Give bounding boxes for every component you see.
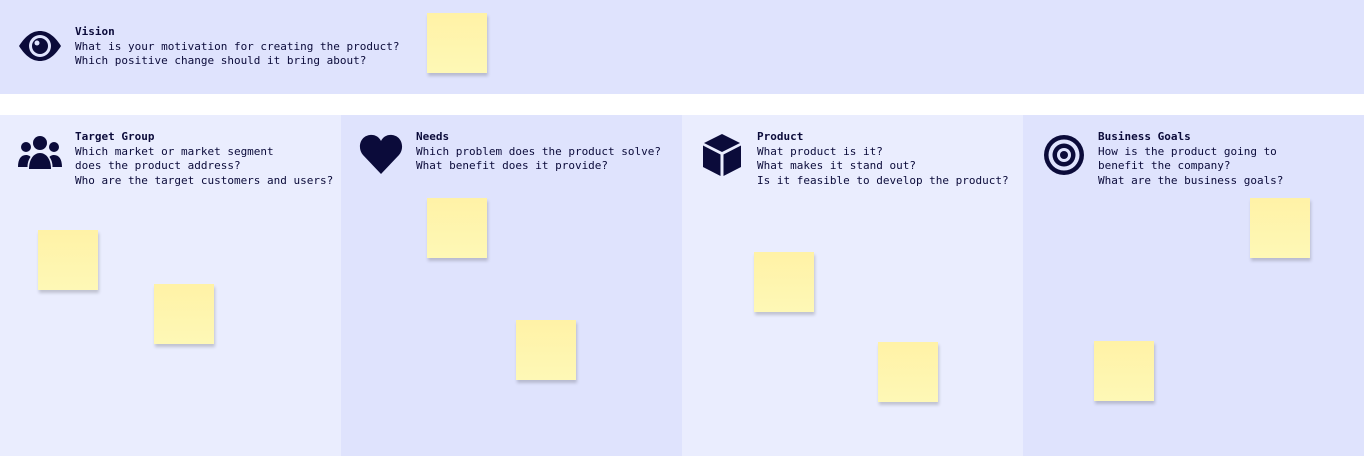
needs-title: Needs [416, 130, 450, 143]
business-goals-section: Business Goals How is the product going … [1023, 115, 1364, 456]
target-group-question-2: does the product address? [75, 159, 241, 172]
users-icon [17, 135, 63, 175]
needs-question-1: Which problem does the product solve? [416, 144, 662, 158]
business-goals-question-3: What are the business goals? [1098, 173, 1284, 187]
needs-section: Needs Which problem does the product sol… [341, 115, 682, 456]
sticky-note[interactable] [1250, 198, 1310, 258]
vision-section: Vision What is your motivation for creat… [0, 0, 1364, 94]
sticky-note[interactable] [427, 13, 487, 73]
target-group-question-1: Which market or market segment [75, 144, 274, 158]
business-goals-question-2: benefit the company? [1098, 159, 1231, 172]
sticky-note[interactable] [154, 284, 214, 344]
product-question-3: Is it feasible to develop the product? [757, 173, 1009, 187]
product-section: Product What product is it? What makes i… [682, 115, 1023, 456]
vision-text: Vision What is your motivation for creat… [75, 25, 400, 69]
needs-question-2: What benefit does it provide? [416, 159, 609, 172]
product-question-2: What makes it stand out? [757, 159, 916, 172]
vision-question-2: Which positive change should it bring ab… [75, 54, 367, 67]
eye-icon [18, 24, 62, 68]
vision-question-1: What is your motivation for creating the… [75, 39, 400, 53]
product-vision-board: Vision What is your motivation for creat… [0, 0, 1364, 456]
product-title: Product [757, 130, 804, 143]
sticky-note[interactable] [1094, 341, 1154, 401]
business-goals-question-1: How is the product going to [1098, 144, 1277, 158]
target-group-section: Target Group Which market or market segm… [0, 115, 341, 456]
cube-icon [702, 132, 742, 178]
target-group-text: Target Group Which market or market segm… [75, 130, 333, 188]
target-icon [1043, 134, 1085, 176]
business-goals-text: Business Goals How is the product going … [1098, 130, 1283, 188]
sticky-note[interactable] [427, 198, 487, 258]
product-question-1: What product is it? [757, 144, 883, 158]
target-group-question-3: Who are the target customers and users? [75, 173, 334, 187]
product-text: Product What product is it? What makes i… [757, 130, 1009, 188]
target-group-title: Target Group [75, 130, 155, 143]
needs-text: Needs Which problem does the product sol… [416, 130, 661, 174]
heart-icon [359, 133, 403, 175]
sticky-note[interactable] [878, 342, 938, 402]
sticky-note[interactable] [754, 252, 814, 312]
sticky-note[interactable] [38, 230, 98, 290]
sticky-note[interactable] [516, 320, 576, 380]
vision-title: Vision [75, 25, 115, 38]
business-goals-title: Business Goals [1098, 130, 1191, 143]
